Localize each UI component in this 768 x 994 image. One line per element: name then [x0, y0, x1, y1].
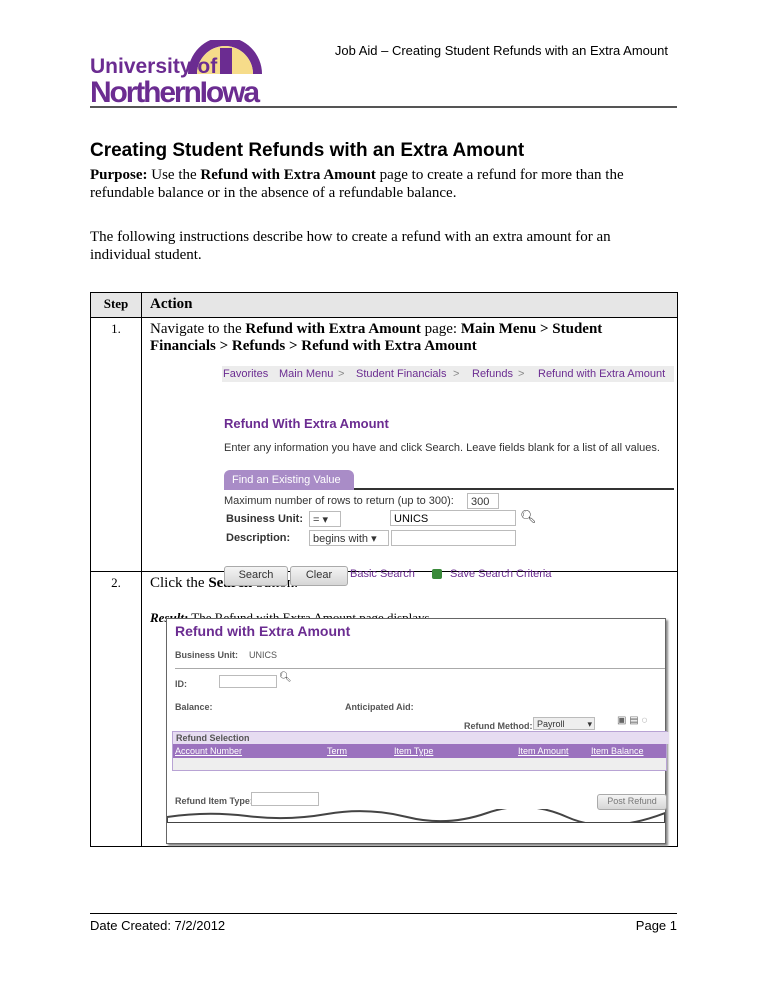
nav-refunds[interactable]: Refunds [472, 368, 513, 380]
refund-method-select[interactable]: Payroll ▾ [533, 717, 595, 730]
nav-student-financials[interactable]: Student Financials [356, 368, 447, 380]
svg-text:University of: University of [90, 55, 218, 78]
step-1-text: Navigate to the Refund with Extra Amount… [150, 321, 603, 354]
post-refund-button[interactable]: Post Refund [597, 794, 667, 810]
step-header: Step [90, 292, 142, 318]
document-page: Job Aid – Creating Student Refunds with … [0, 0, 768, 994]
max-rows-input[interactable]: 300 [467, 493, 499, 509]
header-title: Job Aid – Creating Student Refunds with … [334, 43, 668, 58]
refund-page-screenshot: Refund with Extra Amount Business Unit: … [166, 618, 669, 844]
search-button[interactable]: Search [224, 566, 288, 586]
breadcrumb: Favorites Main Menu > Student Financials… [222, 366, 674, 382]
doc-title: Creating Student Refunds with an Extra A… [90, 140, 525, 161]
col-item-amount[interactable]: Item Amount [518, 744, 569, 758]
clear-button[interactable]: Clear [290, 566, 348, 586]
refund-item-type-input[interactable] [251, 792, 319, 806]
table-row: 1. Navigate to the Refund with Extra Amo… [90, 317, 678, 586]
col-account-number[interactable]: Account Number [175, 744, 242, 758]
business-unit-input[interactable]: UNICS [390, 510, 516, 526]
nav-refund-extra[interactable]: Refund with Extra Amount [538, 368, 665, 380]
nav-main-menu[interactable]: Main Menu [279, 368, 333, 380]
svg-text:NorthernIowa: NorthernIowa [90, 76, 260, 108]
search-hint: Enter any information you have and click… [224, 442, 660, 454]
search-page-title: Refund With Extra Amount [224, 416, 389, 431]
grid-title: Refund Selection [173, 732, 669, 744]
description-input[interactable] [391, 530, 516, 546]
footer-date: Date Created: 7/2/2012 [90, 918, 226, 933]
business-unit-operator[interactable]: = ▾ [309, 511, 341, 527]
col-item-type[interactable]: Item Type [394, 744, 433, 758]
save-search-link[interactable]: Save Search Criteria [450, 568, 552, 580]
footer-page: Page 1 [635, 918, 677, 933]
refund-page-title: Refund with Extra Amount [175, 623, 351, 639]
instructions: The following instructions describe how … [90, 229, 611, 263]
torn-edge [167, 809, 665, 823]
footer-rule [90, 913, 677, 914]
action-header: Action [141, 292, 678, 318]
university-logo: University of NorthernIowa [90, 40, 262, 108]
tab-find-existing[interactable]: Find an Existing Value [224, 470, 354, 490]
search-page-screenshot: Favorites Main Menu > Student Financials… [222, 366, 674, 586]
id-input[interactable] [219, 675, 277, 688]
col-item-balance[interactable]: Item Balance [591, 744, 644, 758]
nav-favorites[interactable]: Favorites [223, 368, 268, 380]
lookup-icon[interactable]: 🔍︎ [520, 509, 537, 525]
description-operator[interactable]: begins with ▾ [309, 530, 389, 546]
header-rule [90, 106, 677, 108]
grid-tool-icons[interactable]: ▣ ▤ ◌ [617, 715, 647, 726]
basic-search-link[interactable]: Basic Search [350, 568, 415, 580]
col-term[interactable]: Term [327, 744, 347, 758]
save-icon [432, 569, 442, 579]
lookup-icon[interactable]: 🔍︎ [279, 672, 292, 683]
purpose: Purpose: Use the Refund with Extra Amoun… [90, 167, 624, 201]
